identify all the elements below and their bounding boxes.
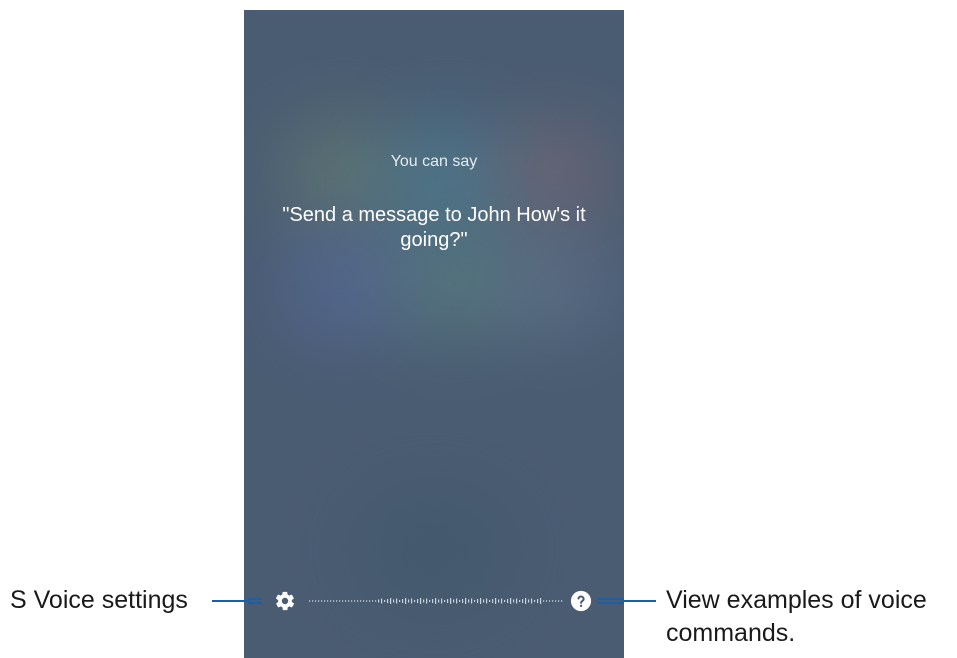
waveform-bar — [378, 599, 380, 603]
waveform-bar — [468, 599, 470, 603]
waveform-bar — [561, 600, 563, 602]
waveform-bar — [555, 600, 557, 602]
waveform-bar — [540, 598, 542, 604]
waveform-bar — [327, 600, 329, 602]
waveform-bar — [462, 599, 464, 603]
waveform-bar — [474, 600, 476, 602]
settings-callout-connector — [248, 598, 262, 604]
waveform-bar — [372, 600, 374, 602]
waveform-bar — [498, 599, 500, 603]
waveform-bar — [459, 600, 461, 602]
waveform-bar — [399, 600, 401, 602]
waveform-bar — [510, 598, 512, 604]
help-callout-connector — [598, 598, 624, 604]
waveform-bar — [357, 600, 359, 602]
waveform-bar — [558, 600, 560, 602]
waveform-bar — [309, 600, 311, 602]
waveform-bar — [423, 599, 425, 603]
waveform-bar — [516, 598, 518, 604]
waveform-bar — [393, 599, 395, 603]
waveform-bar — [360, 600, 362, 602]
waveform-bar — [420, 598, 422, 604]
voice-input-bar — [244, 586, 624, 616]
waveform-bar — [486, 598, 488, 604]
waveform-bar — [333, 600, 335, 602]
waveform-bar — [444, 600, 446, 602]
waveform-bar — [414, 600, 416, 602]
waveform-bar — [450, 598, 452, 604]
waveform-bar — [552, 600, 554, 602]
waveform-bar — [363, 600, 365, 602]
waveform-bar — [504, 600, 506, 602]
settings-callout-label: S Voice settings — [10, 586, 188, 614]
waveform-bar — [348, 600, 350, 602]
waveform-bar — [405, 598, 407, 604]
waveform-bar — [537, 599, 539, 603]
waveform-bar — [345, 600, 347, 602]
question-circle-icon[interactable] — [570, 590, 592, 612]
waveform-bar — [543, 600, 545, 602]
waveform-bar — [312, 600, 314, 602]
waveform-bar — [321, 600, 323, 602]
waveform-bar — [318, 600, 320, 602]
waveform-bar — [411, 598, 413, 604]
waveform-bar — [513, 599, 515, 603]
waveform-bar — [432, 599, 434, 603]
waveform-bar — [453, 599, 455, 603]
waveform-bar — [531, 598, 533, 604]
help-callout-line — [622, 600, 656, 602]
waveform-bar — [417, 599, 419, 603]
waveform-bar — [390, 598, 392, 604]
waveform-bar — [384, 600, 386, 602]
waveform-bar — [483, 599, 485, 603]
waveform-bar — [489, 600, 491, 602]
waveform-bar — [429, 600, 431, 602]
waveform-bar — [381, 598, 383, 604]
waveform-bar — [495, 598, 497, 604]
waveform-bar — [447, 599, 449, 603]
waveform-bar — [528, 599, 530, 603]
waveform-bar — [315, 600, 317, 602]
waveform-bar — [336, 600, 338, 602]
waveform-bar — [342, 600, 344, 602]
waveform-bar — [480, 598, 482, 604]
help-callout-label-line1: View examples of voice — [666, 586, 927, 614]
waveform-bar — [330, 600, 332, 602]
settings-callout-line — [212, 600, 250, 602]
waveform-bar — [366, 600, 368, 602]
waveform-bar — [369, 600, 371, 602]
waveform-bar — [324, 600, 326, 602]
waveform-bar — [339, 600, 341, 602]
waveform-bar — [456, 598, 458, 604]
waveform-bar — [522, 599, 524, 603]
waveform-bar — [507, 599, 509, 603]
waveform-bar — [375, 600, 377, 602]
waveform-bar — [351, 600, 353, 602]
help-callout-label-line2: commands. — [666, 619, 796, 647]
waveform-bar — [387, 599, 389, 603]
voice-waveform — [309, 598, 563, 604]
waveform-bar — [549, 600, 551, 602]
waveform-bar — [435, 598, 437, 604]
waveform-bar — [501, 598, 503, 604]
waveform-bar — [546, 600, 548, 602]
waveform-bar — [438, 599, 440, 603]
waveform-bar — [525, 598, 527, 604]
hint-quote: "Send a message to John How's it going?" — [282, 204, 586, 251]
waveform-bar — [471, 598, 473, 604]
gear-icon[interactable] — [274, 590, 296, 612]
waveform-bar — [396, 598, 398, 604]
waveform-bar — [492, 599, 494, 603]
waveform-bar — [477, 599, 479, 603]
waveform-bar — [408, 599, 410, 603]
waveform-bar — [441, 598, 443, 604]
waveform-bar — [519, 600, 521, 602]
waveform-bar — [465, 598, 467, 604]
waveform-bar — [426, 598, 428, 604]
waveform-bar — [354, 600, 356, 602]
waveform-bar — [534, 600, 536, 602]
hint-label: You can say — [390, 153, 478, 170]
s-voice-screen: You can say "Send a message to John How'… — [244, 10, 624, 658]
waveform-bar — [402, 599, 404, 603]
